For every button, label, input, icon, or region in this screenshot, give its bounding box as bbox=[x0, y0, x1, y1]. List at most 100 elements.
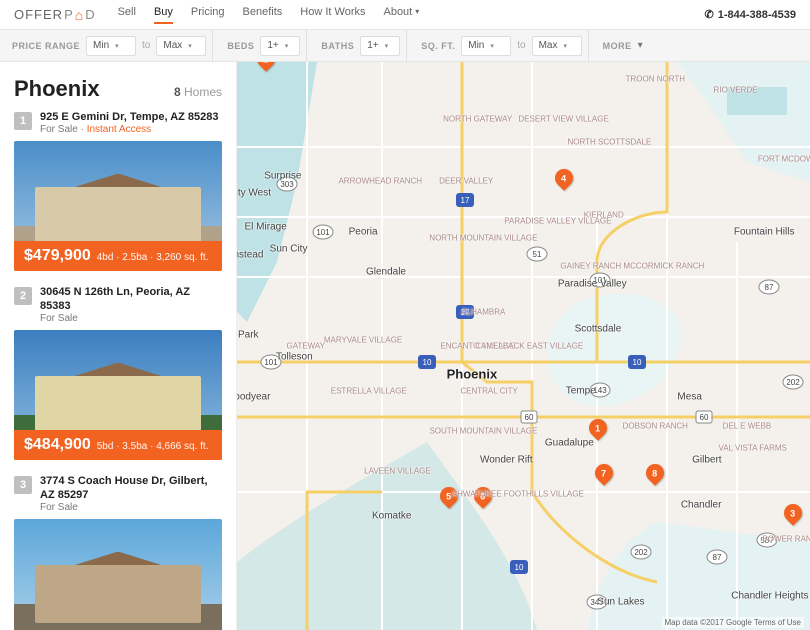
map-pin[interactable]: 8 bbox=[646, 464, 664, 482]
chevron-down-icon: ▾ bbox=[115, 42, 119, 50]
map-label: Chandler Heights bbox=[731, 590, 808, 601]
sqft-max-select[interactable]: Max▾ bbox=[532, 36, 582, 56]
svg-text:101: 101 bbox=[316, 228, 330, 237]
map-label: Surprise bbox=[264, 170, 301, 181]
nav-buy[interactable]: Buy bbox=[154, 6, 173, 24]
map-label: LAVEEN VILLAGE bbox=[364, 466, 431, 475]
map-label: POWER RANCH bbox=[762, 535, 810, 544]
listing-card[interactable]: 3 3774 S Coach House Dr, Gilbert, AZ 852… bbox=[0, 474, 236, 630]
chevron-down-icon: ▾ bbox=[385, 42, 389, 50]
listing-photo[interactable]: $479,900 4bd · 2.5ba · 3,260 sq. ft. bbox=[14, 141, 222, 271]
map-pin[interactable]: 2 bbox=[257, 62, 275, 68]
nav-about[interactable]: About ▾ bbox=[383, 6, 419, 24]
map-label: Sun Lakes bbox=[597, 596, 644, 607]
chevron-down-icon: ▾ bbox=[188, 42, 192, 50]
filter-baths: BATHS 1+▾ bbox=[315, 30, 407, 61]
filter-beds: BEDS 1+▾ bbox=[221, 30, 307, 61]
listing-photo[interactable] bbox=[14, 519, 222, 630]
price-strip: $479,900 4bd · 2.5ba · 3,260 sq. ft. bbox=[14, 241, 222, 271]
map-label: Mesa bbox=[677, 392, 701, 403]
map-pin[interactable]: 3 bbox=[784, 504, 802, 522]
listing-photo[interactable]: $484,900 5bd · 3.5ba · 4,666 sq. ft. bbox=[14, 330, 222, 460]
chevron-down-icon: ▾ bbox=[638, 40, 643, 51]
listing-address: 3774 S Coach House Dr, Gilbert, AZ 85297 bbox=[40, 474, 222, 502]
beds-select[interactable]: 1+▾ bbox=[260, 36, 300, 56]
sqft-label: SQ. FT. bbox=[421, 41, 455, 51]
phone-icon: ✆ bbox=[704, 8, 713, 21]
map-label: Komatke bbox=[372, 511, 411, 522]
map-label: GATEWAY bbox=[286, 342, 325, 351]
sqft-min-select[interactable]: Min▾ bbox=[461, 36, 511, 56]
map-label: NORTH GATEWAY bbox=[443, 114, 512, 123]
svg-text:202: 202 bbox=[634, 548, 648, 557]
svg-text:17: 17 bbox=[461, 196, 470, 205]
rank-badge: 1 bbox=[14, 112, 32, 130]
rank-badge: 3 bbox=[14, 476, 32, 494]
map-label: Scottsdale bbox=[575, 323, 622, 334]
svg-text:87: 87 bbox=[713, 553, 722, 562]
results-sidebar[interactable]: Phoenix 8 Homes 1 925 E Gemini Dr, Tempe… bbox=[0, 62, 237, 630]
chevron-down-icon: ▾ bbox=[563, 42, 567, 50]
map-label: ARROWHEAD RANCH bbox=[338, 177, 422, 186]
svg-text:303: 303 bbox=[280, 180, 294, 189]
baths-label: BATHS bbox=[321, 41, 354, 51]
filter-sqft: SQ. FT. Min▾ to Max▾ bbox=[415, 30, 588, 61]
svg-text:202: 202 bbox=[786, 378, 800, 387]
nav-pricing[interactable]: Pricing bbox=[191, 6, 225, 24]
map-label: rk Park bbox=[237, 329, 259, 340]
price-min-select[interactable]: Min▾ bbox=[86, 36, 136, 56]
map-label: Phoenix bbox=[447, 367, 498, 382]
phone-link[interactable]: ✆ 1-844-388-4539 bbox=[704, 8, 796, 21]
filter-more[interactable]: MORE ▾ bbox=[597, 30, 649, 61]
svg-text:60: 60 bbox=[700, 413, 709, 422]
map-label: El Mirage bbox=[245, 221, 287, 232]
listing-status: For Sale · Instant Access bbox=[40, 124, 219, 135]
map-label: ALHAMBRA bbox=[461, 307, 505, 316]
beds-label: BEDS bbox=[227, 41, 254, 51]
map-pin[interactable]: 7 bbox=[595, 464, 613, 482]
map-label: DEER VALLEY bbox=[439, 177, 493, 186]
filter-price: PRICE RANGE Min▾ to Max▾ bbox=[6, 30, 213, 61]
nav-how-it-works[interactable]: How It Works bbox=[300, 6, 365, 24]
map-label: Sun City bbox=[270, 244, 308, 255]
map-label: Fountain Hills bbox=[734, 227, 795, 238]
nav-sell[interactable]: Sell bbox=[118, 6, 136, 24]
svg-text:60: 60 bbox=[525, 413, 534, 422]
map-label: CAMELBACK EAST VILLAGE bbox=[475, 342, 583, 351]
map-label: SOUTH MOUNTAIN VILLAGE bbox=[429, 427, 537, 436]
price-max-select[interactable]: Max▾ bbox=[156, 36, 206, 56]
listing-address: 925 E Gemini Dr, Tempe, AZ 85283 bbox=[40, 110, 219, 124]
top-nav: OFFER P ⌂ D Sell Buy Pricing Benefits Ho… bbox=[0, 0, 810, 30]
map-label: Wonder Rift bbox=[480, 454, 533, 465]
map-label: Goodyear bbox=[237, 392, 270, 403]
map-label: un City West bbox=[237, 187, 271, 198]
listing-card[interactable]: 1 925 E Gemini Dr, Tempe, AZ 85283 For S… bbox=[0, 110, 236, 285]
results-count: 8 Homes bbox=[174, 85, 222, 99]
listing-status: For Sale bbox=[40, 313, 222, 324]
map-label: Glendale bbox=[366, 267, 406, 278]
map-label: DEL E WEBB bbox=[723, 421, 772, 430]
chevron-down-icon: ▾ bbox=[490, 42, 494, 50]
map-label: VAL VISTA FARMS bbox=[719, 444, 787, 453]
nav-benefits[interactable]: Benefits bbox=[243, 6, 283, 24]
map-label: GAINEY RANCH MCCORMICK RANCH bbox=[560, 262, 704, 271]
listing-card[interactable]: 2 30645 N 126th Ln, Peoria, AZ 85383 For… bbox=[0, 285, 236, 474]
price-strip: $484,900 5bd · 3.5ba · 4,666 sq. ft. bbox=[14, 430, 222, 460]
city-title: Phoenix bbox=[14, 76, 100, 102]
map-label: RIO VERDE bbox=[713, 86, 757, 95]
map-label: Peoria bbox=[349, 227, 378, 238]
svg-text:10: 10 bbox=[515, 563, 524, 572]
map[interactable]: 17 17 10 10 51 101 143 101 303 101 60 60… bbox=[237, 62, 810, 630]
map-label: Tolleson bbox=[276, 352, 313, 363]
price-label: PRICE RANGE bbox=[12, 41, 80, 51]
map-pin[interactable]: 4 bbox=[555, 169, 573, 187]
logo[interactable]: OFFER P ⌂ D bbox=[14, 7, 96, 22]
map-label: Guadalupe bbox=[545, 437, 594, 448]
map-label: DESERT VIEW VILLAGE bbox=[518, 114, 608, 123]
map-label: NORTH MOUNTAIN VILLAGE bbox=[429, 234, 537, 243]
chevron-down-icon: ▾ bbox=[415, 7, 419, 16]
baths-select[interactable]: 1+▾ bbox=[360, 36, 400, 56]
svg-text:10: 10 bbox=[633, 358, 642, 367]
map-credit: Map data ©2017 Google Terms of Use bbox=[662, 617, 805, 628]
map-pin[interactable]: 1 bbox=[589, 419, 607, 437]
